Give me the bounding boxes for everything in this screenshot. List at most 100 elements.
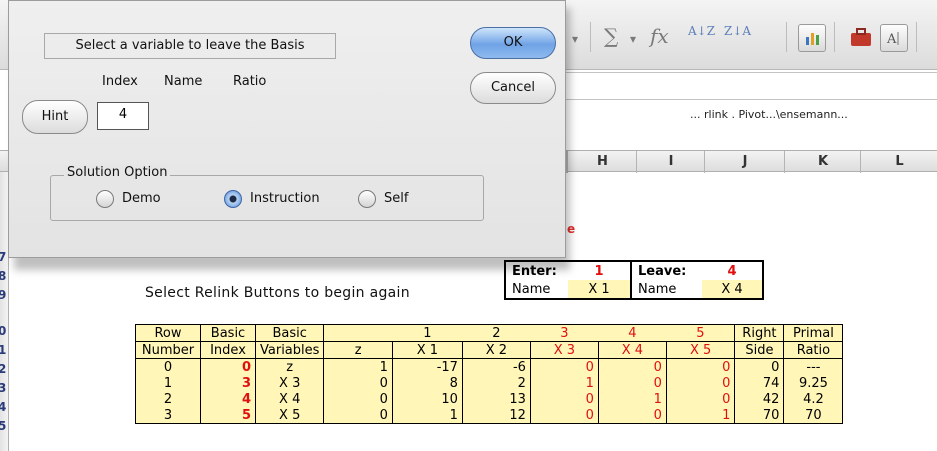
header-cell: 4: [598, 324, 667, 342]
table-cell: 9.25: [783, 375, 844, 391]
toolbar-separator: [786, 22, 787, 52]
table-cell: 4.2: [783, 391, 844, 407]
table-cell: 1: [135, 375, 201, 391]
table-cell: 3: [135, 407, 201, 424]
table-cell: 70: [734, 407, 785, 424]
toolbar-separator: [916, 22, 917, 52]
sort-ascending-icon[interactable]: A↓Z: [688, 24, 715, 52]
header-cell: Ratio: [783, 341, 844, 359]
row-header[interactable]: 4: [0, 400, 10, 414]
table-cell: X 4: [254, 391, 325, 407]
toolbar-separator: [590, 22, 591, 52]
ok-button[interactable]: OK: [470, 27, 556, 59]
row-header[interactable]: 1: [0, 343, 10, 357]
table-cell: 2: [461, 375, 531, 391]
table-cell: 1: [391, 407, 463, 424]
table-cell: 2: [135, 391, 201, 407]
header-cell: Variables: [254, 341, 325, 359]
index-input[interactable]: 4: [97, 102, 149, 130]
hint-button[interactable]: Hint: [22, 100, 88, 134]
text-box-icon[interactable]: A: [880, 24, 908, 52]
header-cell: X 2: [461, 341, 531, 359]
table-row: 2 4 X 4 0 10 13 0 1 0 42 4.2: [135, 391, 844, 407]
header-cell: Row: [135, 324, 201, 342]
autosum-dropdown-icon[interactable]: ▾: [630, 32, 636, 60]
cell-reference-text: ... rlink . Pivot...\ensemann...: [690, 108, 848, 121]
row-header[interactable]: 9: [0, 288, 10, 302]
table-cell: 42: [734, 391, 785, 407]
instruction-radio[interactable]: [224, 190, 242, 208]
column-header-j[interactable]: J: [704, 151, 785, 173]
enter-name: X 1: [568, 280, 632, 299]
header-cell: 1: [392, 324, 463, 342]
table-cell: 0: [665, 391, 736, 407]
header-cell: X 4: [597, 341, 667, 359]
table-cell: 0: [597, 375, 667, 391]
table-cell: 8: [391, 375, 463, 391]
table-cell: -17: [391, 358, 463, 375]
table-cell: 13: [461, 391, 531, 407]
table-cell: 0: [323, 375, 393, 391]
header-cell: [323, 324, 393, 342]
name-column-label: Name: [164, 74, 203, 89]
header-cell: 3: [530, 324, 599, 342]
demo-radio-label[interactable]: Demo: [122, 191, 161, 206]
table-cell: X 5: [254, 407, 325, 424]
table-cell: 0: [323, 391, 393, 407]
column-header-l[interactable]: L: [860, 151, 937, 173]
row-header[interactable]: 2: [0, 362, 10, 376]
relink-instruction: Select Relink Buttons to begin again: [145, 285, 410, 301]
table-cell: 0: [323, 407, 393, 424]
table-cell: 0: [135, 358, 201, 375]
header-cell: Index: [200, 341, 256, 359]
autosum-icon[interactable]: ∑: [604, 24, 618, 52]
leave-name: X 4: [702, 280, 763, 299]
row-header[interactable]: 0: [0, 324, 10, 338]
table-cell: 1: [665, 407, 736, 424]
sort-descending-icon[interactable]: Z↓A: [724, 24, 751, 52]
dropdown-arrow-icon[interactable]: ▾: [572, 32, 578, 60]
table-cell: 12: [461, 407, 531, 424]
table-cell: 0: [529, 391, 599, 407]
formula-bar[interactable]: [560, 72, 937, 100]
table-cell: 0: [665, 358, 736, 375]
header-cell: X 1: [391, 341, 463, 359]
table-cell: z: [254, 358, 325, 375]
row-header[interactable]: 5: [0, 419, 10, 433]
table-cell: X 3: [254, 375, 325, 391]
name-label: Name: [638, 281, 677, 297]
table-cell: 0: [200, 358, 256, 375]
self-radio-label[interactable]: Self: [384, 191, 408, 206]
toolbox-icon[interactable]: [848, 24, 874, 50]
instruction-radio-label[interactable]: Instruction: [250, 191, 320, 206]
self-radio[interactable]: [358, 190, 376, 208]
header-cell: X 5: [665, 341, 736, 359]
column-header-k[interactable]: K: [784, 151, 861, 173]
table-row: 3 5 X 5 0 1 12 0 0 1 70 70: [135, 407, 844, 424]
toolbar-separator: [834, 22, 835, 52]
simplex-tableau: Row Basic Basic 1 2 3 4 5 Right Primal N…: [135, 324, 844, 424]
header-cell: X 3: [529, 341, 599, 359]
table-cell: 10: [391, 391, 463, 407]
chart-icon[interactable]: [798, 24, 826, 52]
column-header-i[interactable]: I: [636, 151, 705, 173]
header-cell: Basic: [200, 324, 256, 342]
table-cell: -6: [461, 358, 531, 375]
header-cell: z: [323, 341, 393, 359]
table-cell: 0: [597, 407, 667, 424]
dialog-prompt: Select a variable to leave the Basis: [44, 33, 336, 59]
demo-radio[interactable]: [96, 190, 114, 208]
header-cell: Right: [734, 324, 785, 342]
row-header[interactable]: 8: [0, 269, 10, 283]
table-cell: 0: [665, 375, 736, 391]
leave-label: Leave:: [638, 263, 687, 279]
table-cell: 1: [323, 358, 393, 375]
table-cell: 0: [597, 358, 667, 375]
table-row: 0 0 z 1 -17 -6 0 0 0 0 ---: [135, 358, 844, 375]
table-cell: ---: [783, 358, 844, 375]
cancel-button[interactable]: Cancel: [470, 72, 556, 104]
table-header-row: Row Basic Basic 1 2 3 4 5 Right Primal: [135, 324, 844, 342]
function-icon[interactable]: fx: [650, 24, 669, 52]
row-header[interactable]: 3: [0, 381, 10, 395]
column-header-h[interactable]: H: [567, 151, 637, 173]
